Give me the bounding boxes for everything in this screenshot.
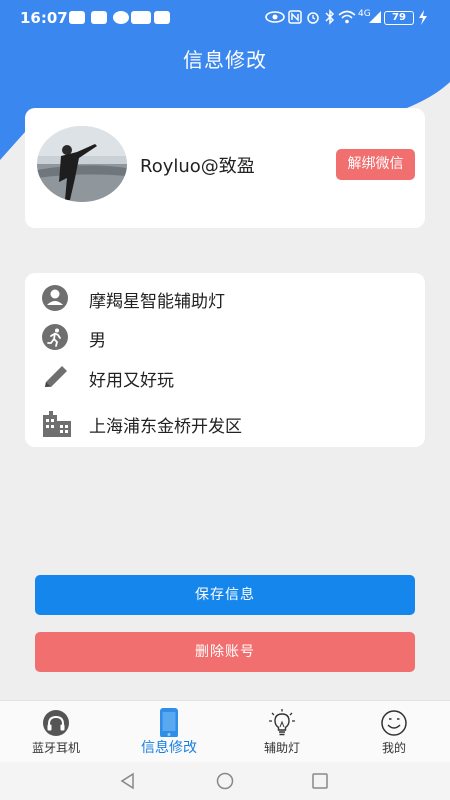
info-row-name[interactable]: 摩羯星智能辅助灯 — [25, 279, 425, 317]
nfc-icon — [288, 10, 302, 24]
tab-assist-light[interactable]: 辅助灯 — [226, 701, 338, 763]
delete-account-button[interactable]: 删除账号 — [35, 632, 415, 672]
info-row-signature[interactable]: 好用又好玩 — [25, 358, 425, 396]
tab-bluetooth-headphones[interactable]: 蓝牙耳机 — [0, 701, 112, 763]
pencil-icon — [45, 366, 67, 387]
recents-nav-icon[interactable] — [310, 771, 330, 791]
back-nav-icon[interactable] — [118, 771, 138, 791]
building-icon — [43, 411, 71, 437]
headphones-icon — [43, 710, 69, 736]
info-row-gender[interactable]: 男 — [25, 318, 425, 356]
user-circle-icon — [42, 285, 68, 311]
tab-info-edit[interactable]: 信息修改 — [113, 701, 225, 763]
save-info-button[interactable]: 保存信息 — [35, 575, 415, 615]
tab-label: 信息修改 — [141, 740, 197, 756]
signal-icon — [369, 11, 381, 23]
alarm-icon — [307, 12, 319, 24]
wifi-icon — [338, 10, 356, 24]
info-address-text: 上海浦东金桥开发区 — [89, 417, 242, 437]
runner-icon — [42, 324, 68, 350]
profile-card: Royluo@致盈 解绑微信 — [25, 108, 425, 228]
home-nav-icon[interactable] — [215, 771, 235, 791]
tab-label: 蓝牙耳机 — [31, 741, 80, 755]
eye-icon — [265, 11, 285, 23]
info-row-address[interactable]: 上海浦东金桥开发区 — [25, 404, 425, 442]
info-gender-text: 男 — [89, 331, 106, 351]
battery-indicator: 79 — [384, 11, 414, 25]
tab-label: 辅助灯 — [263, 741, 300, 755]
bottom-tab-bar: 蓝牙耳机 信息修改 辅助灯 我的 — [0, 700, 450, 762]
smiley-icon — [381, 710, 407, 736]
system-navigation-bar — [0, 762, 450, 800]
status-time: 16:07 — [20, 9, 68, 27]
unbind-wechat-button[interactable]: 解绑微信 — [336, 149, 415, 180]
bluetooth-icon — [325, 9, 335, 25]
avatar[interactable] — [37, 126, 127, 202]
notification-app-icon — [69, 11, 85, 24]
status-bar: 16:07 4G 79 — [0, 0, 450, 34]
notification-app-icon — [154, 11, 170, 24]
info-card: 摩羯星智能辅助灯 男 好用又好玩 上海浦东金桥开发区 — [25, 273, 425, 447]
tab-mine[interactable]: 我的 — [338, 701, 450, 763]
charging-icon — [419, 10, 427, 25]
lightbulb-icon — [269, 709, 295, 736]
notification-app-icon — [113, 11, 129, 24]
phone-icon — [160, 708, 178, 737]
nickname: Royluo@致盈 — [140, 156, 255, 177]
page-title: 信息修改 — [183, 48, 267, 72]
info-signature-text: 好用又好玩 — [89, 371, 174, 391]
notification-app-icon — [131, 11, 151, 24]
info-name-text: 摩羯星智能辅助灯 — [89, 292, 225, 312]
tab-label: 我的 — [381, 741, 406, 755]
notification-app-icon — [91, 11, 107, 24]
